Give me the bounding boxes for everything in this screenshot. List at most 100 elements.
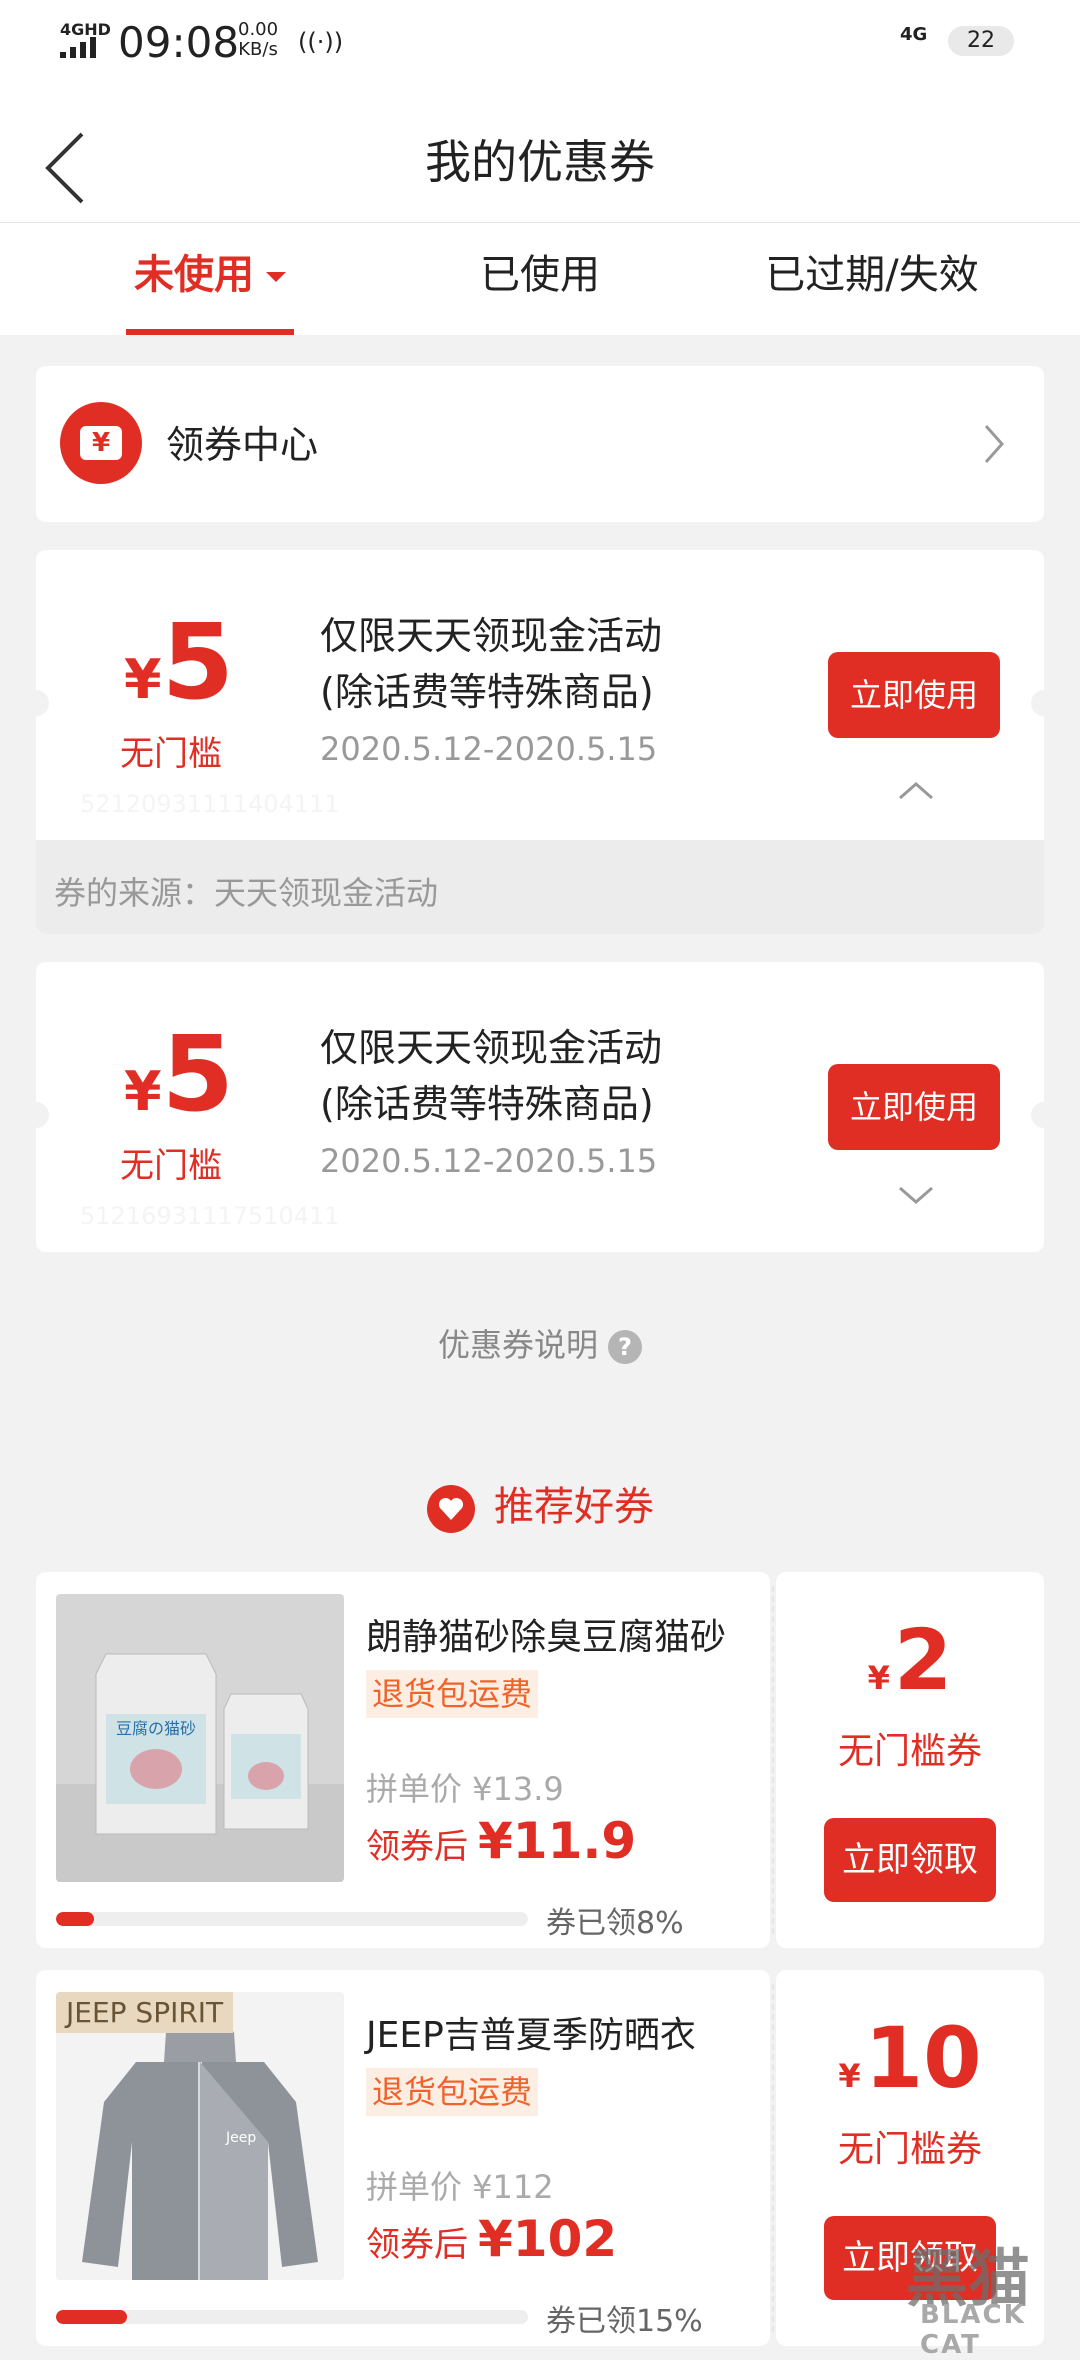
tab-expired[interactable]: 已过期/失效 (740, 223, 1004, 335)
coupon-date: 2020.5.12-2020.5.15 (320, 730, 658, 768)
speed-value: 0.00 (238, 19, 279, 40)
group-price: 拼单价 ¥13.9 (366, 1770, 564, 1808)
coupon-amount: ¥2 (776, 1612, 1044, 1708)
claimed-progress-fill (56, 1912, 94, 1926)
coupon-ticket-icon: ¥ (60, 402, 142, 484)
explanation-label: 优惠券说明 (437, 1326, 598, 1364)
cat-litter-image: 豆腐の猫砂 (56, 1594, 344, 1882)
currency-symbol: ¥ (124, 1060, 162, 1123)
status-bar: 4GHD 09:08 0.00 KB/s ((·)) 4G 22 (0, 0, 1080, 86)
coupon-code: 52120931111404111 (80, 790, 340, 818)
network-type-right: 4G (900, 24, 928, 45)
amount-value: 2 (893, 1611, 953, 1709)
amount-value: 5 (161, 601, 234, 723)
recommend-title: 推荐好券 (494, 1484, 654, 1530)
after-price: ¥102 (478, 2210, 618, 2268)
battery-indicator: 22 (948, 26, 1014, 56)
use-now-button[interactable]: 立即使用 (828, 652, 1000, 738)
return-shipping-tag: 退货包运费 (366, 2068, 539, 2116)
recommended-coupon-card[interactable]: JEEP SPIRIT Jeep JEEP吉普夏季防晒衣 退货包运费 拼单价 ¥… (36, 1970, 1044, 2346)
active-tab-indicator (126, 329, 294, 335)
coupon-center-entry[interactable]: ¥ 领券中心 (36, 366, 1044, 522)
coupon-title-line: (除话费等特殊商品) (320, 670, 654, 714)
coupon-source-text: 券的来源：天天领现金活动 (54, 874, 439, 912)
coupon-amount: ¥5 (124, 1022, 234, 1126)
tab-used[interactable]: 已使用 (440, 223, 640, 335)
after-label: 领券后 (366, 2225, 468, 2265)
product-image-text: Jeep (225, 2130, 256, 2146)
product-name: JEEP吉普夏季防晒衣 (366, 2015, 696, 2056)
coupon-notch (1031, 1102, 1044, 1128)
coupon-card: ¥5 无门槛 仅限天天领现金活动 (除话费等特殊商品) 2020.5.12-20… (36, 550, 1044, 934)
group-price: 拼单价 ¥112 (366, 2168, 554, 2206)
tab-label: 已使用 (480, 252, 600, 298)
product-image: JEEP SPIRIT Jeep (56, 1992, 344, 2280)
coupon-title-line: 仅限天天领现金活动 (320, 614, 663, 658)
coupon-value-panel: ¥2 无门槛券 立即领取 (776, 1572, 1044, 1948)
amount-value: 5 (161, 1013, 234, 1135)
card-divider (772, 1586, 774, 1934)
use-now-button[interactable]: 立即使用 (828, 1064, 1000, 1150)
card-divider (772, 1984, 774, 2332)
coupon-title-line: 仅限天天领现金活动 (320, 1026, 663, 1070)
chevron-down-icon[interactable] (896, 1184, 936, 1208)
product-info: JEEP SPIRIT Jeep JEEP吉普夏季防晒衣 退货包运费 拼单价 ¥… (36, 1970, 770, 2346)
brand-tag: JEEP SPIRIT (56, 1992, 234, 2033)
ticket-glyph: ¥ (80, 426, 122, 460)
coupon-condition: 无门槛 (120, 1146, 222, 1186)
claim-now-button[interactable]: 立即领取 (824, 1818, 996, 1902)
coupon-notch (36, 1102, 49, 1128)
speed-unit: KB/s (238, 39, 278, 60)
coupon-amount: ¥10 (776, 2010, 1044, 2106)
tab-bar: 未使用 已使用 已过期/失效 (0, 223, 1080, 335)
claimed-progress-bar (56, 2310, 528, 2324)
recommend-header: 推荐好券 (0, 1474, 1080, 1534)
coupon-title-line: (除话费等特殊商品) (320, 1082, 654, 1126)
coupon-condition: 无门槛券 (837, 2129, 982, 2170)
currency-symbol: ¥ (838, 2057, 861, 2095)
currency-symbol: ¥ (124, 648, 162, 711)
heart-badge-icon (427, 1485, 475, 1533)
return-shipping-tag: 退货包运费 (366, 1670, 539, 1718)
coupon-date: 2020.5.12-2020.5.15 (320, 1142, 658, 1180)
page-title: 我的优惠券 (425, 135, 655, 189)
chevron-up-icon[interactable] (896, 778, 936, 802)
coupon-title: 仅限天天领现金活动 (除话费等特殊商品) (320, 608, 740, 720)
coupon-source: 券的来源：天天领现金活动 (36, 840, 1044, 934)
jacket-image: Jeep (56, 1992, 344, 2280)
tab-unused[interactable]: 未使用 (110, 223, 310, 335)
product-image: 豆腐の猫砂 (56, 1594, 344, 1882)
claimed-percentage: 券已领8% (546, 1906, 684, 1941)
product-image-text: 豆腐の猫砂 (116, 1719, 196, 1738)
product-info: 豆腐の猫砂 朗静猫砂除臭豆腐猫砂 退货包运费 拼单价 ¥13.9 领券后 ¥11.… (36, 1572, 770, 1948)
product-name: 朗静猫砂除臭豆腐猫砂 (366, 1617, 727, 1658)
watermark-text: BLACK CAT (920, 2300, 1026, 2360)
coupon-condition: 无门槛券 (837, 1731, 982, 1772)
coupon-explanation-link[interactable]: 优惠券说明? (0, 1320, 1080, 1366)
coupon-notch (1031, 690, 1044, 716)
hotspot-icon: ((·)) (298, 28, 344, 56)
recommended-coupon-card[interactable]: 豆腐の猫砂 朗静猫砂除臭豆腐猫砂 退货包运费 拼单价 ¥13.9 领券后 ¥11.… (36, 1572, 1044, 1948)
coupon-notch (36, 690, 49, 716)
clock: 09:08 (118, 18, 240, 67)
top-bar: 我的优惠券 (0, 86, 1080, 223)
price-after-coupon: 领券后 ¥102 (366, 2210, 617, 2268)
signal-icon (60, 36, 104, 58)
coupon-code: 51216931117510411 (80, 1202, 340, 1230)
coupon-title: 仅限天天领现金活动 (除话费等特殊商品) (320, 1020, 740, 1132)
coupon-center-label: 领券中心 (166, 423, 319, 467)
coupon-condition: 无门槛 (120, 734, 222, 774)
chevron-right-icon (984, 425, 1005, 463)
caret-down-icon (266, 272, 286, 282)
help-icon: ? (608, 1330, 642, 1364)
after-price: ¥11.9 (478, 1812, 637, 1870)
network-speed: 0.00 KB/s (238, 20, 278, 60)
currency-symbol: ¥ (867, 1659, 890, 1697)
amount-value: 10 (864, 2009, 982, 2107)
coupon-amount: ¥5 (124, 610, 234, 714)
coupon-card: ¥5 无门槛 仅限天天领现金活动 (除话费等特殊商品) 2020.5.12-20… (36, 962, 1044, 1252)
price-after-coupon: 领券后 ¥11.9 (366, 1812, 636, 1870)
claimed-progress-fill (56, 2310, 127, 2324)
tab-label: 未使用 (134, 252, 254, 298)
tab-label: 已过期/失效 (765, 252, 979, 298)
